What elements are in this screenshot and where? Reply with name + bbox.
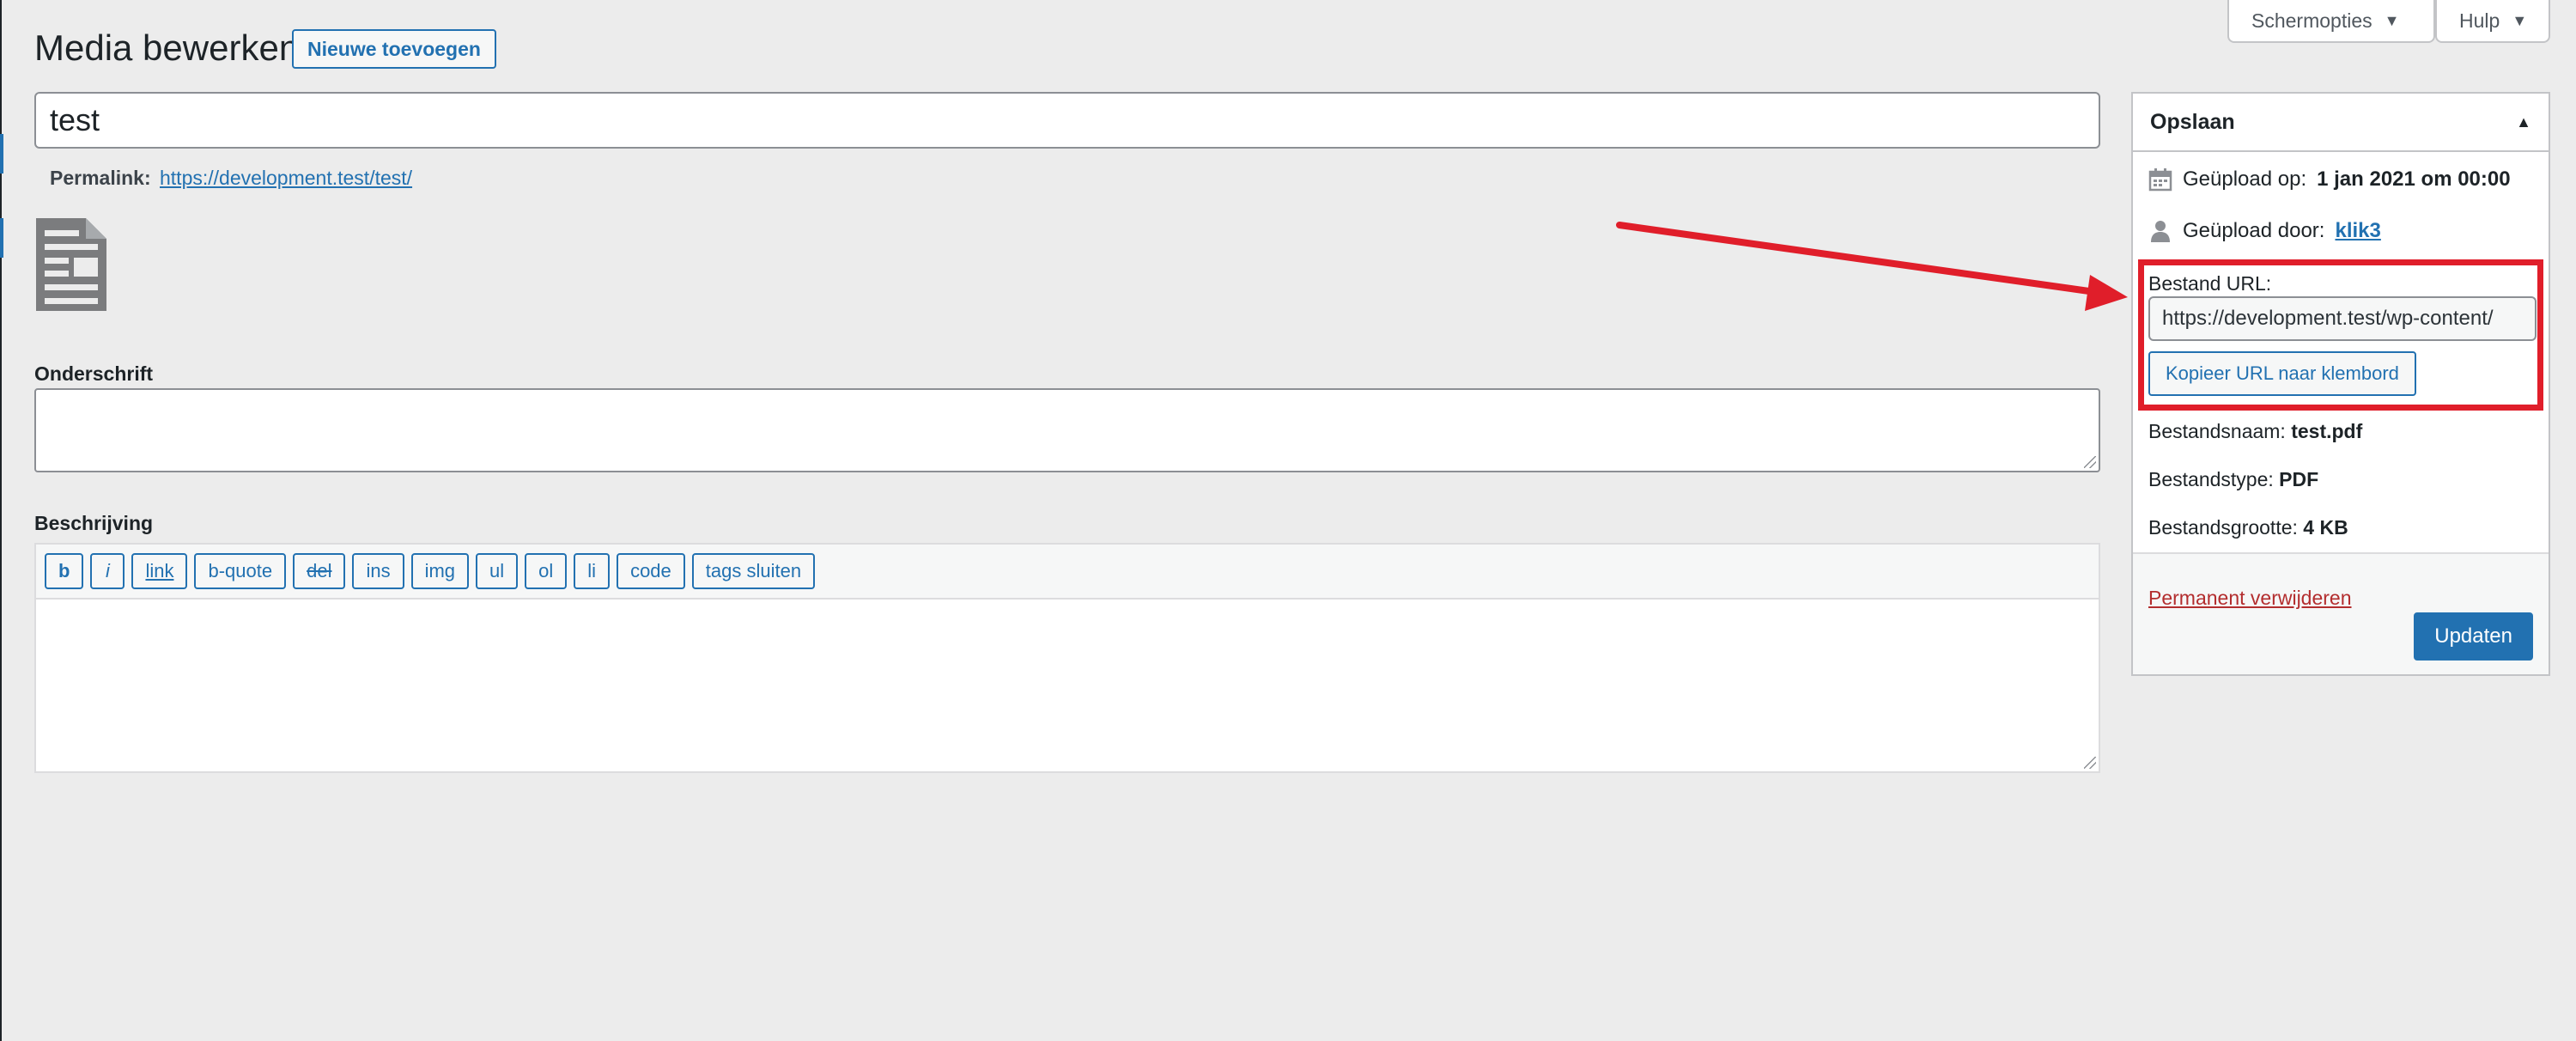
title-input[interactable]: test [34, 92, 2100, 149]
caret-down-icon: ▼ [2512, 11, 2528, 29]
permalink: Permalink: https://development.test/test… [50, 167, 412, 190]
filesize-label: Bestandsgrootte: [2148, 516, 2298, 539]
description-textarea[interactable] [36, 600, 2099, 770]
admin-menu-indicator [0, 134, 3, 174]
screen-options-label: Schermopties [2251, 9, 2372, 32]
filetype-row: Bestandstype: PDF [2148, 468, 2318, 491]
resize-handle[interactable] [2084, 456, 2096, 468]
save-box-header[interactable]: Opslaan ▲ [2133, 94, 2549, 152]
filename-row: Bestandsnaam: test.pdf [2148, 420, 2362, 443]
qt-del-button[interactable]: del [293, 553, 346, 589]
caption-label: Onderschrift [34, 362, 154, 385]
qt-close-tags-button[interactable]: tags sluiten [691, 553, 816, 589]
caret-up-icon[interactable]: ▲ [2516, 113, 2531, 131]
uploaded-on-row: Geüpload op: 1 jan 2021 om 00:00 [2148, 167, 2511, 192]
qt-img-button[interactable]: img [410, 553, 470, 589]
help-label: Hulp [2459, 9, 2500, 32]
screen-options-tab[interactable]: Schermopties ▼ [2227, 0, 2435, 43]
resize-handle[interactable] [2084, 757, 2096, 769]
description-label: Beschrijving [34, 512, 154, 534]
filetype-value: PDF [2279, 468, 2319, 490]
uploaded-on-value: 1 jan 2021 om 00:00 [2317, 167, 2511, 191]
description-editor: b i link b-quote del ins img ul ol li co… [34, 543, 2100, 773]
qt-ul-button[interactable]: ul [476, 553, 519, 589]
uploaded-by-link[interactable]: klik3 [2335, 219, 2380, 243]
calendar-icon [2148, 168, 2172, 192]
user-icon [2151, 221, 2170, 242]
add-new-button[interactable]: Nieuwe toevoegen [292, 29, 496, 69]
qt-link-button[interactable]: link [131, 553, 188, 589]
permalink-link[interactable]: https://development.test/test/ [160, 167, 412, 189]
qt-bold-button[interactable]: b [45, 553, 84, 589]
caption-textarea[interactable] [34, 388, 2100, 472]
filetype-label: Bestandstype: [2148, 468, 2274, 490]
save-box-title: Opslaan [2150, 109, 2235, 134]
update-button[interactable]: Updaten [2414, 612, 2533, 661]
document-icon [36, 218, 106, 311]
qt-italic-button[interactable]: i [90, 553, 125, 589]
annotation-highlight-box [2138, 259, 2543, 411]
uploaded-by-label: Geüpload door: [2183, 219, 2325, 242]
uploaded-on-label: Geüpload op: [2183, 167, 2307, 191]
page-title: Media bewerken [34, 27, 300, 68]
qt-blockquote-button[interactable]: b-quote [194, 553, 287, 589]
qt-code-button[interactable]: code [617, 553, 685, 589]
qt-ol-button[interactable]: ol [525, 553, 568, 589]
admin-menu-indicator [0, 218, 3, 258]
quicktags-toolbar: b i link b-quote del ins img ul ol li co… [36, 545, 2099, 600]
uploaded-by-row: Geüpload door: klik3 [2148, 219, 2381, 243]
filesize-value: 4 KB [2303, 516, 2348, 539]
caret-down-icon: ▼ [2384, 11, 2400, 29]
delete-permanently-link[interactable]: Permanent verwijderen [2148, 587, 2352, 610]
help-tab[interactable]: Hulp ▼ [2435, 0, 2550, 43]
permalink-label: Permalink: [50, 167, 151, 189]
qt-li-button[interactable]: li [574, 553, 611, 589]
filesize-row: Bestandsgrootte: 4 KB [2148, 516, 2348, 539]
filename-label: Bestandsnaam: [2148, 420, 2286, 442]
save-box-footer: Permanent verwijderen Updaten [2133, 552, 2549, 674]
filename-value: test.pdf [2291, 420, 2363, 442]
qt-ins-button[interactable]: ins [352, 553, 404, 589]
